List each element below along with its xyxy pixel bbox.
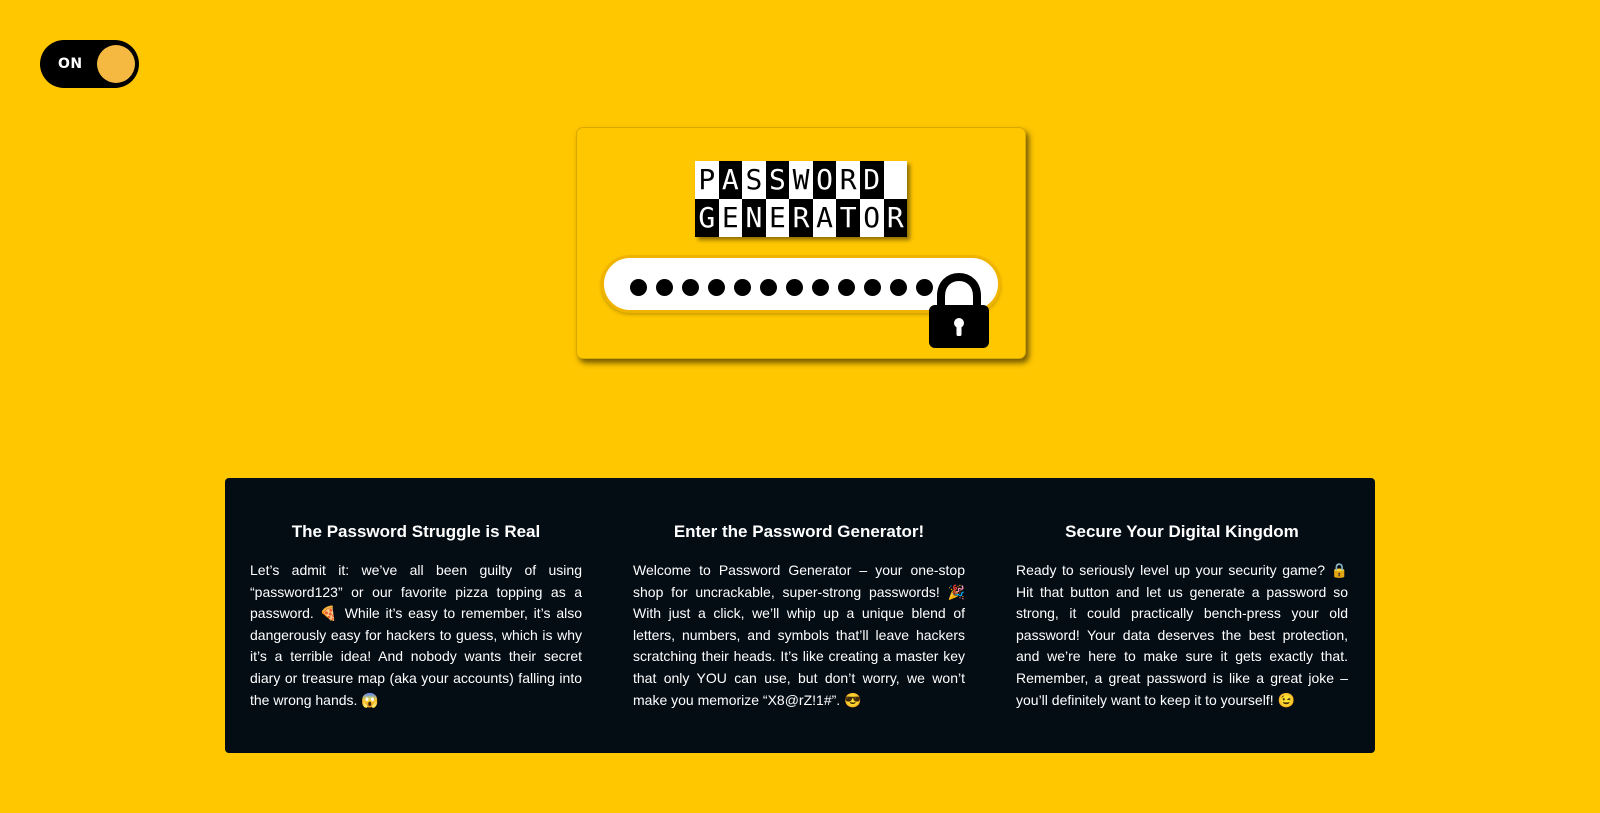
logo-letter: S (765, 161, 790, 199)
password-dot (734, 279, 751, 296)
logo-letter: G (695, 199, 719, 237)
info-column-text: Let’s admit it: we’ve all been guilty of… (250, 562, 582, 708)
logo-letter: T (836, 199, 860, 237)
info-column: Enter the Password Generator! Welcome to… (633, 522, 965, 753)
generator-card: PASSWORD GENERATOR (576, 127, 1026, 359)
info-column-text: Welcome to Password Generator – your one… (633, 562, 965, 708)
password-dot (786, 279, 803, 296)
logo-letter: R (883, 199, 908, 237)
toggle-knob[interactable] (97, 45, 135, 83)
logo-letter: R (789, 199, 813, 237)
password-dot (656, 279, 673, 296)
logo-letter: P (695, 161, 719, 199)
info-panel: The Password Struggle is Real Let’s admi… (225, 478, 1375, 753)
password-dot (812, 279, 829, 296)
logo-line-1: PASSWORD (695, 161, 908, 199)
logo-letter: W (789, 161, 813, 199)
toggle-label: ON (58, 56, 83, 72)
logo: PASSWORD GENERATOR (695, 161, 908, 237)
logo-letter: A (718, 161, 743, 199)
info-column-title: The Password Struggle is Real (291, 522, 541, 541)
lock-icon[interactable] (927, 272, 991, 350)
password-dot (682, 279, 699, 296)
password-dot (890, 279, 907, 296)
info-column-title: Enter the Password Generator! (673, 522, 925, 541)
logo-letter: A (812, 199, 837, 237)
info-column-text: Ready to seriously level up your securit… (1016, 562, 1348, 708)
logo-letter: E (765, 199, 790, 237)
logo-letter: E (718, 199, 743, 237)
password-mask (630, 279, 933, 296)
password-dot (838, 279, 855, 296)
password-dot (864, 279, 881, 296)
logo-letter: O (812, 161, 837, 199)
logo-letter: S (742, 161, 766, 199)
theme-toggle[interactable]: ON (40, 40, 139, 88)
logo-letter: R (836, 161, 860, 199)
password-dot (708, 279, 725, 296)
info-column: Secure Your Digital Kingdom Ready to ser… (1016, 522, 1348, 753)
logo-letter: N (742, 199, 766, 237)
logo-letter: O (859, 199, 884, 237)
logo-letter: D (859, 161, 884, 199)
logo-line-2: GENERATOR (695, 199, 908, 237)
info-column: The Password Struggle is Real Let’s admi… (250, 522, 582, 753)
info-column-title: Secure Your Digital Kingdom (1065, 522, 1299, 541)
password-dot (630, 279, 647, 296)
logo-letter (883, 161, 908, 199)
password-dot (760, 279, 777, 296)
